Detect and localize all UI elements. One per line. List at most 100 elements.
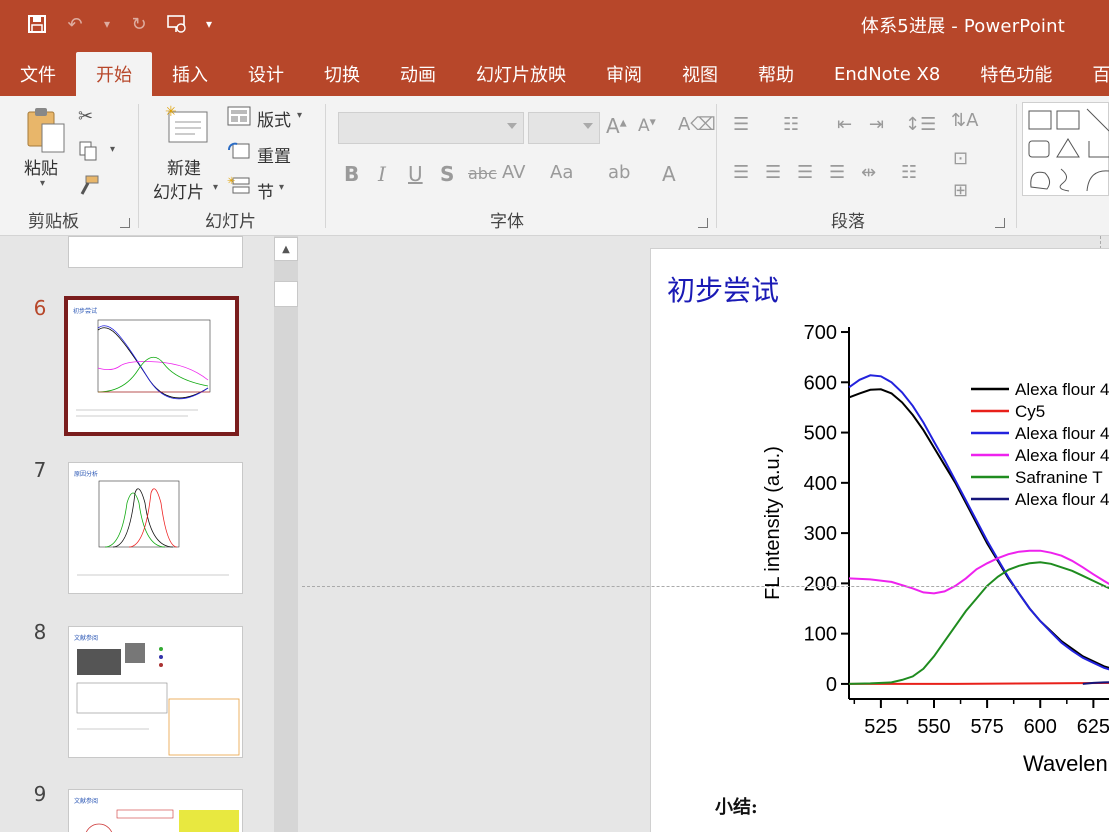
layout-icon[interactable]	[227, 106, 251, 131]
slides-group-label: 幻灯片	[205, 212, 256, 232]
font-size-combo[interactable]	[528, 112, 600, 144]
paragraph-launcher-icon[interactable]	[995, 218, 1005, 228]
align-text-icon[interactable]: ⊡	[953, 148, 968, 169]
increase-indent-icon[interactable]: ⇥	[869, 114, 884, 135]
slide-thumbnail-5[interactable]	[68, 236, 243, 268]
tab-7[interactable]: 审阅	[586, 52, 662, 96]
thumbnail-scrollbar[interactable]	[274, 236, 298, 832]
tab-12[interactable]: 百	[1072, 52, 1109, 96]
tab-10[interactable]: EndNote X8	[814, 52, 960, 96]
slide-thumbnail-6[interactable]: 初步尝试	[64, 296, 239, 436]
layout-button[interactable]: 版式	[257, 106, 291, 131]
line-spacing-icon[interactable]: ↕☰	[905, 114, 936, 135]
paste-icon[interactable]	[24, 106, 68, 158]
tab-0[interactable]: 文件	[0, 52, 76, 96]
window-title: 体系5进展 - PowerPoint	[860, 16, 1065, 37]
italic-icon[interactable]: I	[378, 162, 386, 186]
justify-icon[interactable]: ☰	[829, 162, 845, 183]
columns-icon[interactable]: ☷	[901, 162, 917, 183]
series-line-2	[848, 374, 1109, 671]
tab-9[interactable]: 帮助	[738, 52, 814, 96]
character-spacing-icon[interactable]: AV	[502, 162, 525, 183]
clipboard-launcher-icon[interactable]	[120, 218, 130, 228]
scroll-up-button[interactable]: ▲	[274, 237, 298, 261]
paragraph-group-label: 段落	[831, 212, 865, 232]
align-left-icon[interactable]: ☰	[733, 162, 749, 183]
layout-dropdown-icon[interactable]: ▾	[297, 110, 302, 121]
undo-dropdown-icon[interactable]: ▾	[98, 10, 116, 38]
slides-group: ✳ 新建 幻灯片 ▾ 版式 ▾ 重置 ✳ 节 ▾ 幻灯片	[139, 96, 325, 236]
bold-icon[interactable]: B	[344, 162, 359, 186]
y-tick-label: 300	[804, 523, 837, 545]
slide-thumbnail-7[interactable]: 原因分析	[68, 462, 243, 594]
underline-icon[interactable]: U	[408, 162, 423, 186]
copy-icon[interactable]	[78, 140, 100, 167]
paragraph-group: ☰ ☷ ⇤ ⇥ ↕☰ ⇅A ☰ ☰ ☰ ☰ ⇹ ☷ ⊡ ⊞ 段落	[717, 96, 1017, 236]
new-slide-button-line1[interactable]: 新建	[167, 154, 201, 179]
decrease-indent-icon[interactable]: ⇤	[837, 114, 852, 135]
slideshow-icon[interactable]	[162, 10, 192, 38]
font-color-icon[interactable]: A	[662, 162, 676, 186]
numbering-icon[interactable]: ☷	[783, 114, 799, 135]
font-family-combo[interactable]	[338, 112, 524, 144]
shapes-gallery[interactable]	[1022, 102, 1109, 196]
scrollbar-thumb[interactable]	[274, 281, 298, 307]
slide-number: 7	[33, 458, 47, 482]
section-button[interactable]: 节	[257, 178, 274, 203]
tab-8[interactable]: 视图	[662, 52, 738, 96]
section-icon[interactable]: ✳	[227, 174, 251, 201]
tab-4[interactable]: 切换	[304, 52, 380, 96]
decrease-font-icon[interactable]: A▼	[638, 116, 656, 136]
change-case-icon[interactable]: Aa	[550, 162, 573, 183]
legend-label-3: Alexa flour 4	[1015, 446, 1109, 465]
shadow-icon[interactable]: S	[440, 162, 454, 186]
increase-font-icon[interactable]: A▲	[606, 114, 627, 138]
cut-icon[interactable]: ✂	[78, 106, 93, 127]
svg-text:✳: ✳	[227, 176, 235, 187]
smartart-icon[interactable]: ⊞	[953, 180, 968, 201]
font-launcher-icon[interactable]	[698, 218, 708, 228]
format-painter-icon[interactable]	[78, 174, 100, 201]
strikethrough-icon[interactable]: abc	[468, 164, 497, 183]
text-direction-icon[interactable]: ⇅A	[951, 110, 978, 131]
customize-qat-icon[interactable]: ▾	[200, 10, 218, 38]
reset-button[interactable]: 重置	[257, 142, 291, 167]
horizontal-guide	[302, 586, 1109, 587]
tab-2[interactable]: 插入	[152, 52, 228, 96]
x-tick-label: 550	[917, 716, 950, 738]
tab-1[interactable]: 开始	[76, 52, 152, 96]
distributed-icon[interactable]: ⇹	[861, 162, 876, 183]
copy-dropdown-icon[interactable]: ▾	[110, 144, 115, 155]
tab-6[interactable]: 幻灯片放映	[456, 52, 586, 96]
fluorescence-chart[interactable]: 0 100 200 300 400 500 600 700 525 550 575 600 625 FL …	[651, 249, 1109, 832]
paste-dropdown-icon[interactable]: ▾	[40, 178, 45, 189]
y-tick-label: 600	[804, 372, 837, 394]
slide-canvas[interactable]: 初步尝试 0 100 200 300 400 500 600 700 525 550 575 600 6…	[650, 248, 1109, 832]
redo-icon[interactable]: ↻	[124, 10, 154, 38]
tab-11[interactable]: 特色功能	[960, 52, 1072, 96]
new-slide-icon[interactable]: ✳	[165, 104, 211, 152]
undo-icon[interactable]: ↶	[60, 10, 90, 38]
title-bar: ↶ ▾ ↻ ▾ 体系5进展 - PowerPoint	[0, 0, 1109, 48]
slide-thumbnail-9[interactable]: 文献参阅	[68, 789, 243, 832]
align-right-icon[interactable]: ☰	[797, 162, 813, 183]
slide-thumbnail-8[interactable]: 文献参阅	[68, 626, 243, 758]
save-icon[interactable]	[22, 10, 52, 38]
clear-formatting-icon[interactable]: A⌫	[678, 114, 716, 135]
tab-5[interactable]: 动画	[380, 52, 456, 96]
bullets-icon[interactable]: ☰	[733, 114, 749, 135]
align-center-icon[interactable]: ☰	[765, 162, 781, 183]
y-axis-label: FL intensity (a.u.)	[762, 446, 784, 600]
slide-number: 8	[33, 620, 47, 644]
x-axis-label: Wavelen	[1023, 751, 1108, 776]
new-slide-dropdown-icon[interactable]: ▾	[213, 182, 218, 193]
summary-label[interactable]: 小结:	[715, 793, 758, 819]
tab-3[interactable]: 设计	[228, 52, 304, 96]
highlight-icon[interactable]: ab	[608, 162, 630, 183]
new-slide-button-line2[interactable]: 幻灯片	[153, 178, 204, 203]
paste-button[interactable]: 粘贴	[24, 154, 58, 179]
reset-icon[interactable]	[227, 140, 251, 165]
font-group-label: 字体	[490, 212, 524, 232]
section-dropdown-icon[interactable]: ▾	[279, 182, 284, 193]
y-tick-label: 700	[804, 322, 837, 344]
